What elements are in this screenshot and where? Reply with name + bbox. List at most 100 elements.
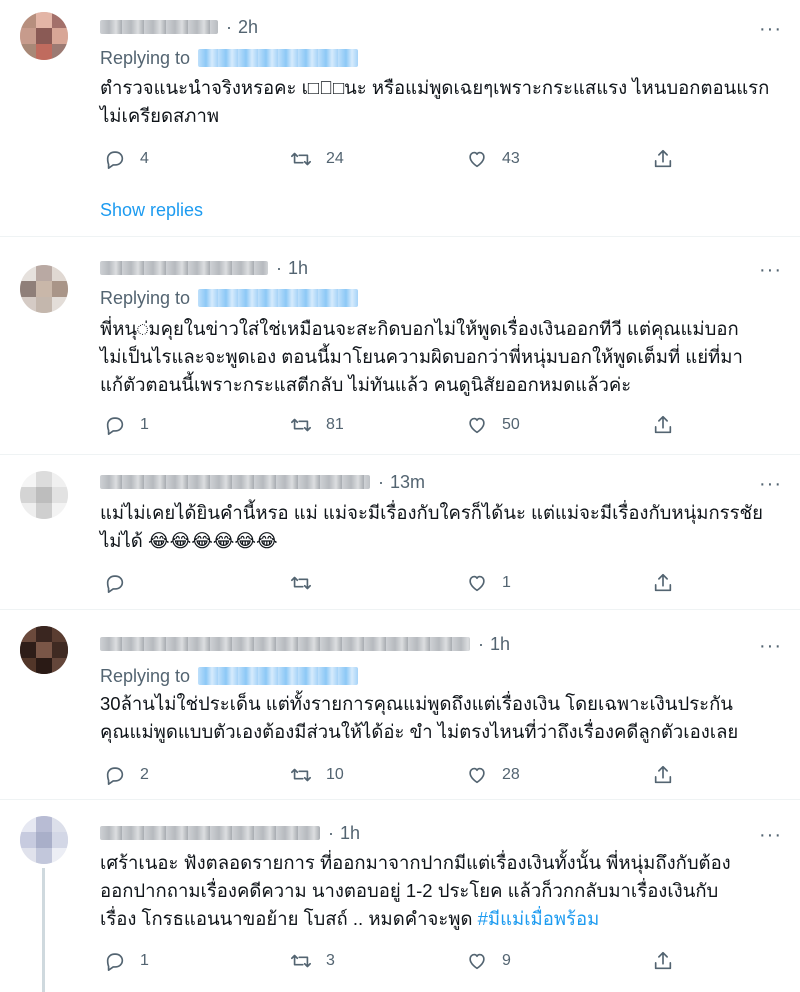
tweet-header: · 1h [100,821,360,845]
like-icon [469,953,485,970]
like-count: 9 [502,952,511,969]
avatar[interactable] [20,626,68,674]
reply-icon [106,151,124,169]
reply-icon [106,953,124,971]
retweet-icon [291,418,311,432]
more-icon[interactable]: ··· [759,474,782,494]
retweet-button[interactable]: 81 [290,413,344,437]
user-name[interactable] [100,826,320,840]
like-icon [469,417,485,434]
share-icon [654,573,672,592]
thread-line [42,868,45,992]
tweet-text: 30ล้านไม่ใช่ประเด็น แต่ทั้งรายการคุณแม่พ… [100,693,739,742]
timestamp[interactable]: 1h [288,258,308,279]
like-count: 1 [502,574,511,591]
retweet-button[interactable] [290,571,326,595]
retweet-icon [291,152,311,166]
show-replies-link[interactable]: Show replies [100,200,203,221]
reply-handle-link[interactable] [198,289,359,307]
tweet-actions: 2 10 28 [100,763,680,787]
like-icon [469,767,485,784]
reply-count: 4 [140,150,149,167]
tweet-actions: 4 24 43 [100,147,680,171]
tweet-header: · 2h [100,15,258,39]
reply-button[interactable]: 1 [104,413,149,437]
timestamp[interactable]: 1h [340,823,360,844]
retweet-count: 81 [326,416,344,433]
timestamp[interactable]: 1h [490,634,510,655]
reply-button[interactable] [104,571,140,595]
tweet-header: · 1h [100,256,308,280]
user-name[interactable] [100,261,268,275]
share-button[interactable] [652,413,674,437]
user-name[interactable] [100,475,370,489]
reply-handle-link[interactable] [198,49,359,67]
tweet-actions: 1 [100,571,680,595]
like-icon [469,151,485,168]
like-button[interactable]: 50 [466,413,520,437]
like-button[interactable]: 28 [466,763,520,787]
more-icon[interactable]: ··· [759,825,782,845]
share-button[interactable] [652,949,674,973]
retweet-button[interactable]: 3 [290,949,335,973]
replying-to: Replying to [100,46,359,70]
reply-button[interactable]: 1 [104,949,149,973]
avatar[interactable] [20,265,68,313]
reply-count: 2 [140,766,149,783]
replying-to: Replying to [100,286,359,310]
like-button[interactable]: 43 [466,147,520,171]
retweet-count: 24 [326,150,344,167]
share-icon [654,415,672,434]
like-count: 43 [502,150,520,167]
tweet-3[interactable]: · 13m ··· แม่ไม่เคยได้ยินคำนี้หรอ แม่ แม… [0,455,800,610]
tweet-text: ตำรวจแนะนำจริงหรอคะ เ□ั□นะ หรือแม่พูดเฉย… [100,77,770,126]
tweet-text: แม่ไม่เคยได้ยินคำนี้หรอ แม่ แม่จะมีเรื่อ… [100,502,763,551]
user-name[interactable] [100,637,470,651]
replying-to-label: Replying to [100,287,191,308]
reply-button[interactable]: 4 [104,147,149,171]
retweet-icon [291,954,311,968]
reply-count: 1 [140,952,149,969]
retweet-button[interactable]: 24 [290,147,344,171]
share-icon [654,951,672,970]
retweet-icon [291,576,311,590]
share-button[interactable] [652,571,674,595]
like-button[interactable]: 9 [466,949,511,973]
tweet-text: พี่หนุ◌่มคุยในข่าวใส่ใช่เหมือนจะสะกิดบอก… [100,318,743,395]
reply-handle-link[interactable] [198,667,359,685]
tweet-header: · 1h [100,632,510,656]
replying-to-label: Replying to [100,47,191,68]
user-name[interactable] [100,20,218,34]
tweet-text: เศร้าเนอะ ฟังตลอดรายการ ที่ออกมาจากปากมี… [100,849,780,933]
like-button[interactable]: 1 [466,571,511,595]
replying-to-label: Replying to [100,665,191,686]
like-count: 50 [502,416,520,433]
tweet-5[interactable]: · 1h ··· เศร้าเนอะ ฟังตลอดรายการ ที่ออกม… [0,800,800,992]
hashtag-link[interactable]: #มีแม่เมื่อพร้อม [478,908,600,929]
reply-count: 1 [140,416,149,433]
share-icon [654,765,672,784]
tweet-actions: 1 81 50 [100,413,680,437]
more-icon[interactable]: ··· [759,19,782,39]
tweet-text-content: เศร้าเนอะ ฟังตลอดรายการ ที่ออกมาจากปากมี… [100,852,731,929]
tweet-header: · 13m [100,470,425,494]
tweet-4[interactable]: · 1h ··· Replying to 30ล้านไม่ใช่ประเด็น… [0,610,800,800]
timestamp[interactable]: 13m [390,472,425,493]
tweet-1[interactable]: · 2h ··· Replying to ตำรวจแนะนำจริงหรอคะ… [0,0,800,237]
like-count: 28 [502,766,520,783]
more-icon[interactable]: ··· [759,260,782,280]
tweet-actions: 1 3 9 [100,949,680,973]
reply-icon [106,575,124,593]
avatar[interactable] [20,12,68,60]
tweet-2[interactable]: · 1h ··· Replying to พี่หนุ◌่มคุยในข่าวใ… [0,237,800,455]
replying-to: Replying to [100,664,359,688]
retweet-button[interactable]: 10 [290,763,344,787]
share-button[interactable] [652,147,674,171]
reply-icon [106,767,124,785]
reply-button[interactable]: 2 [104,763,149,787]
share-button[interactable] [652,763,674,787]
avatar[interactable] [20,471,68,519]
timestamp[interactable]: 2h [238,17,258,38]
more-icon[interactable]: ··· [759,636,782,656]
avatar[interactable] [20,816,68,864]
